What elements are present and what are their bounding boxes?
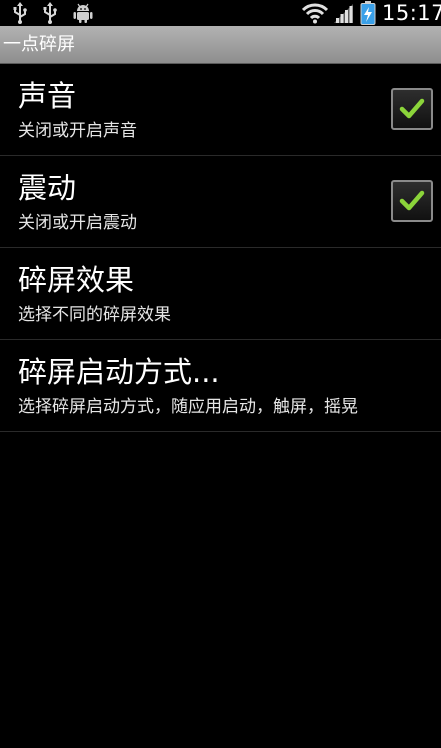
checkmark-icon xyxy=(399,98,425,119)
status-clock: 15:17 xyxy=(381,1,441,25)
signal-icon xyxy=(333,2,354,24)
status-bar: 15:17 xyxy=(0,0,441,26)
preference-summary: 选择不同的碎屏效果 xyxy=(18,305,171,325)
checkmark-icon xyxy=(399,190,425,211)
preference-vibration[interactable]: 震动 关闭或开启震动 xyxy=(0,156,441,248)
preference-title: 震动 xyxy=(18,171,77,205)
preference-sound[interactable]: 声音 关闭或开启声音 xyxy=(0,64,441,156)
preference-summary: 关闭或开启声音 xyxy=(18,121,137,141)
preference-summary: 关闭或开启震动 xyxy=(18,213,137,233)
preference-break-effect[interactable]: 碎屏效果 选择不同的碎屏效果 xyxy=(0,248,441,340)
usb-icon xyxy=(12,2,28,24)
preference-title: 碎屏效果 xyxy=(18,263,135,297)
android-icon xyxy=(72,2,94,24)
system-icons: 15:17 xyxy=(301,0,441,26)
wifi-icon xyxy=(301,2,328,24)
sound-checkbox[interactable] xyxy=(391,88,433,130)
preference-list: 声音 关闭或开启声音 震动 关闭或开启震动 碎屏效果 选择不同的碎屏效果 碎屏启… xyxy=(0,64,441,432)
title-bar: 一点碎屏 xyxy=(0,26,441,64)
battery-charging-icon xyxy=(360,1,376,25)
preference-summary: 选择碎屏启动方式，随应用启动，触屏，摇晃 xyxy=(18,397,358,417)
preference-title: 碎屏启动方式... xyxy=(18,355,220,389)
preference-title: 声音 xyxy=(18,79,77,113)
app-title: 一点碎屏 xyxy=(3,34,75,55)
vibration-checkbox[interactable] xyxy=(391,180,433,222)
preference-launch-mode[interactable]: 碎屏启动方式... 选择碎屏启动方式，随应用启动，触屏，摇晃 xyxy=(0,340,441,432)
notification-icons xyxy=(12,1,94,25)
usb-icon xyxy=(42,2,58,24)
